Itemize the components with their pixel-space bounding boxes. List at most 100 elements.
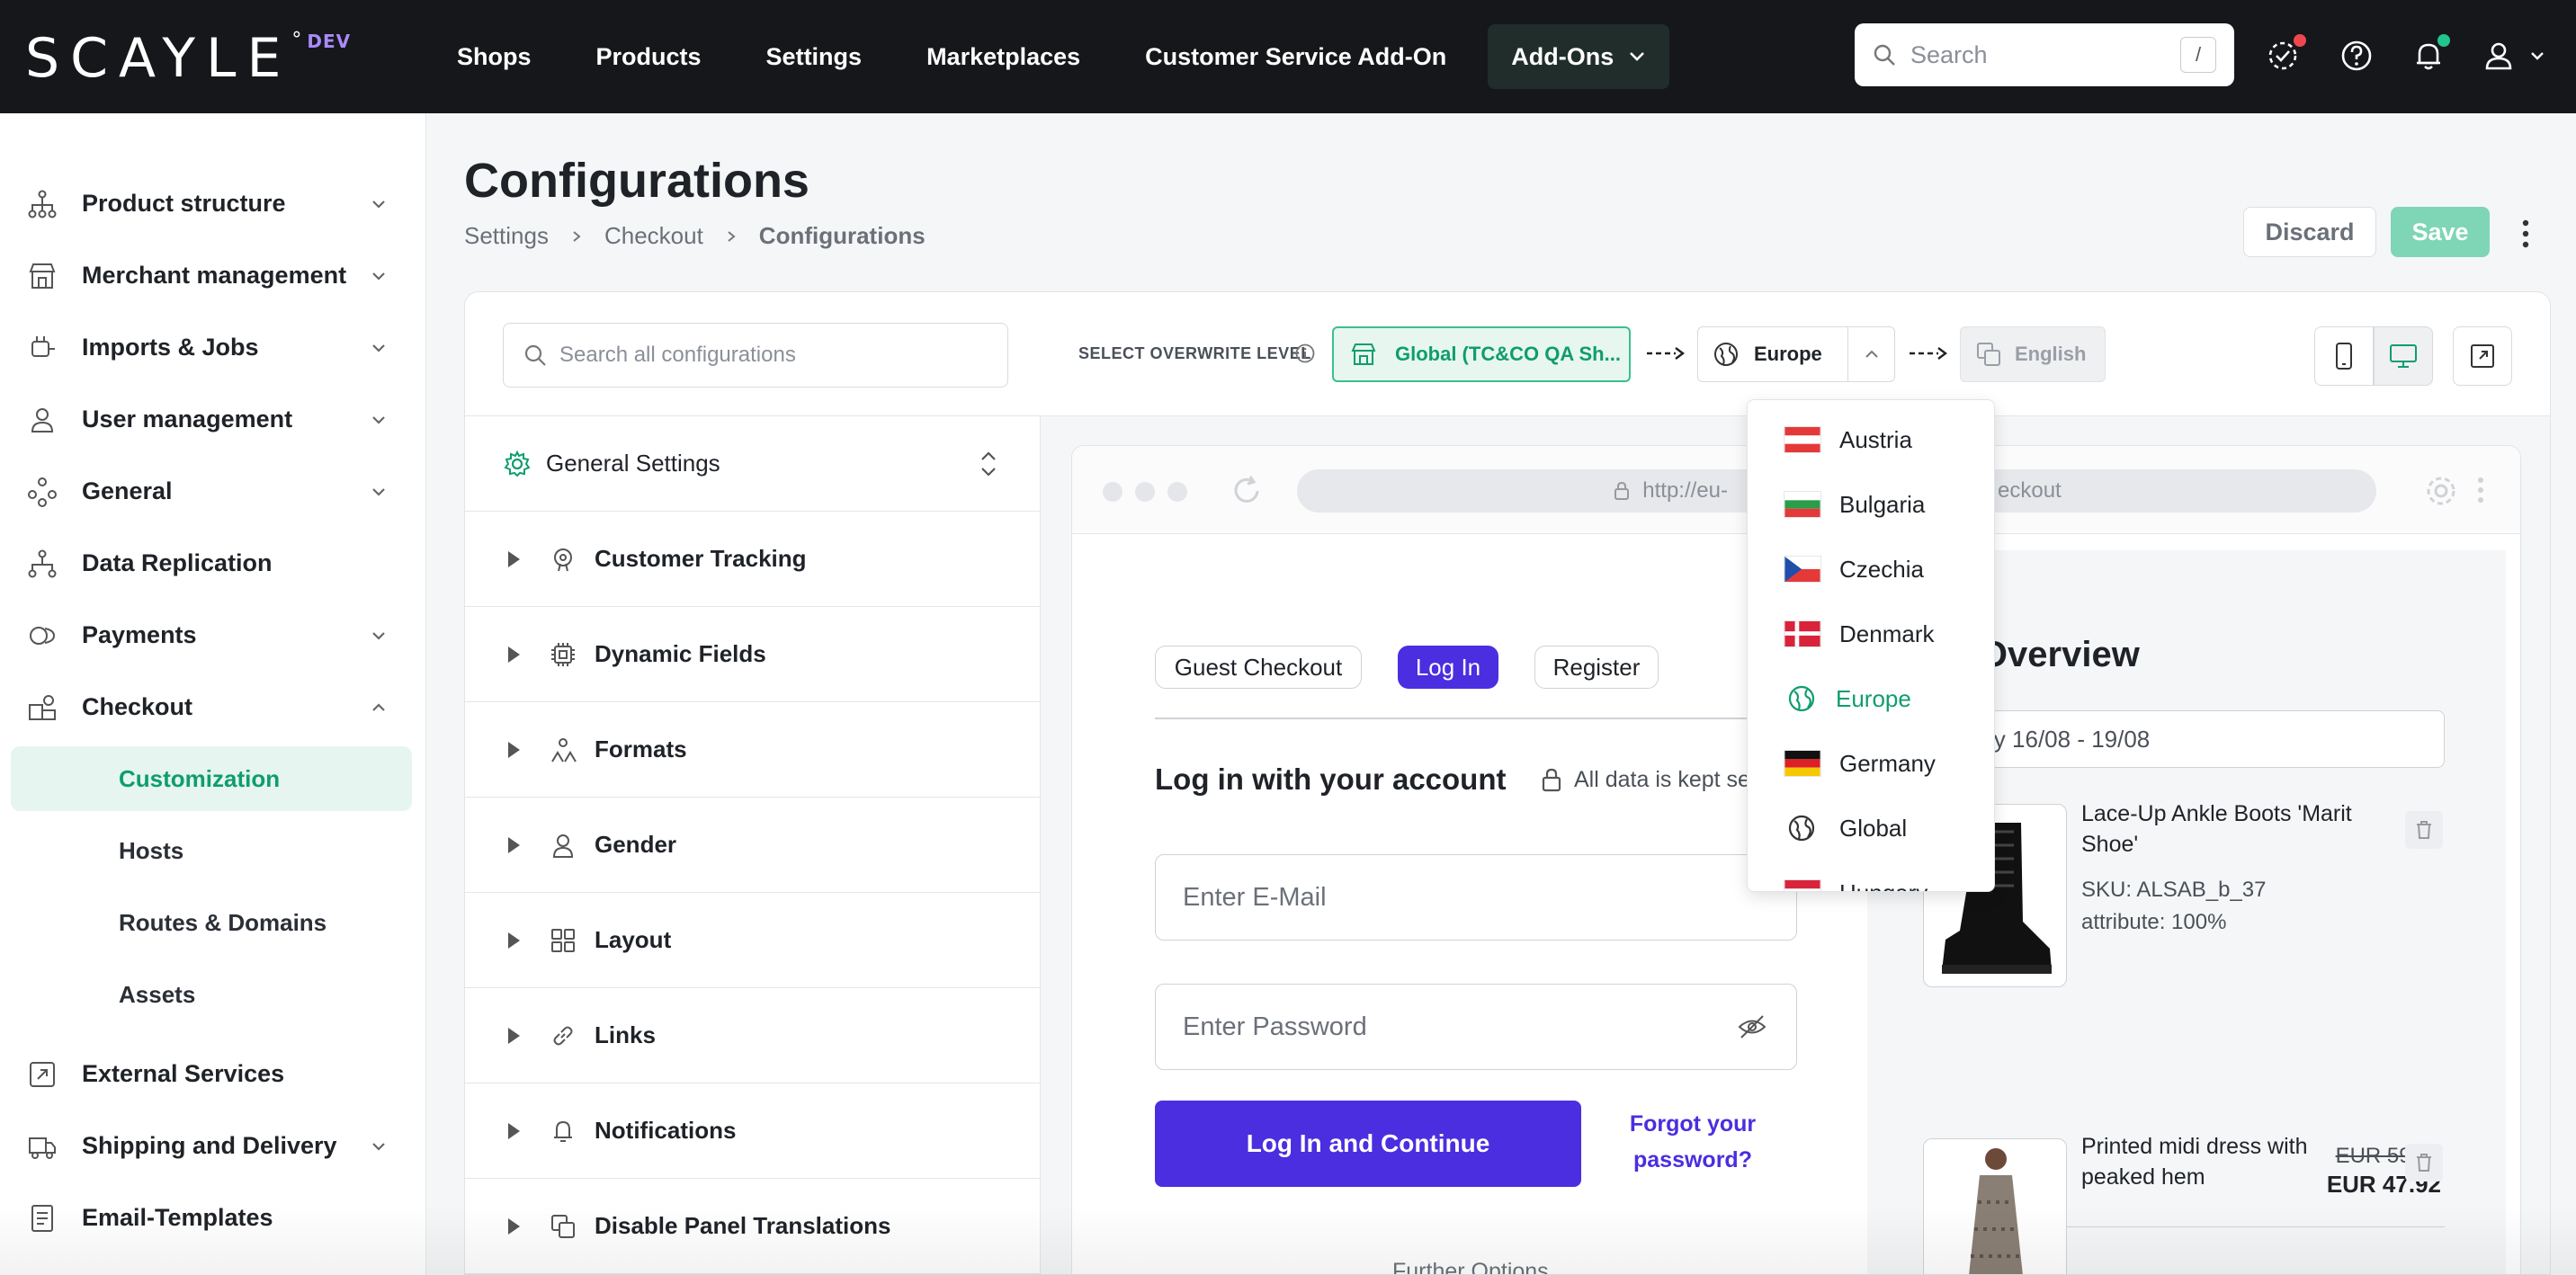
nav-shops[interactable]: Shops [425,24,564,89]
nav-marketplaces[interactable]: Marketplaces [894,24,1113,89]
settings-group-select[interactable]: General Settings [465,416,1041,512]
chevron-down-icon [2531,52,2544,60]
help-icon[interactable] [2337,36,2376,76]
truck-icon [29,1137,56,1159]
settings-row-gender[interactable]: Gender [465,798,1041,893]
settings-row-notifications[interactable]: Notifications [465,1083,1041,1179]
dropdown-option-denmark[interactable]: Denmark [1748,602,1994,666]
dropdown-option-austria[interactable]: Austria [1748,407,1994,472]
sidebar-item-email-templates[interactable]: Email-Templates [0,1181,426,1253]
login-continue-button[interactable]: Log In and Continue [1155,1101,1581,1187]
settings-row-formats[interactable]: Formats [465,702,1041,798]
fullscreen-button[interactable] [2453,326,2512,386]
trash-icon [2417,821,2431,839]
level-country-select[interactable]: Europe [1697,326,1895,382]
discard-button[interactable]: Discard [2243,207,2376,257]
chevron-right-icon [728,230,736,242]
remove-product-button[interactable] [2405,1144,2443,1181]
dropdown-option-bulgaria[interactable]: Bulgaria [1748,472,1994,537]
nav-addons[interactable]: Add-Ons [1488,24,1670,89]
notifications-badge [2437,34,2450,47]
chip-icon [551,643,575,666]
sidebar-subitem-routes-domains[interactable]: Routes & Domains [11,890,412,955]
dropdown-option-label: Germany [1839,749,1936,777]
sidebar-item-imports-jobs[interactable]: Imports & Jobs [0,311,426,383]
sidebar-item-general[interactable]: General [0,455,426,527]
more-options-icon[interactable] [2475,475,2486,505]
sidebar-item-label: Payments [82,620,197,648]
user-menu[interactable] [2479,36,2551,76]
level-global-chip[interactable]: Global (TC&CO QA Sh... [1332,326,1631,382]
dropdown-toggle[interactable] [1847,327,1894,381]
more-options-icon[interactable] [2518,216,2533,252]
settings-row-label: Layout [595,926,672,953]
dropdown-option-label: Global [1839,814,1908,842]
sidebar-item-user-management[interactable]: User management [0,383,426,455]
sidebar-subitem-customization[interactable]: Customization [11,746,412,811]
level-language-label: English [2015,343,2087,365]
flag-czechia-icon [1784,556,1821,583]
nav-customer-service[interactable]: Customer Service Add-On [1113,24,1479,89]
sidebar-item-merchant-management[interactable]: Merchant management [0,239,426,311]
divider [1155,718,1847,719]
desktop-view-button[interactable] [2374,326,2433,386]
global-search[interactable]: Search / [1855,23,2234,86]
settings-row-dynamic-fields[interactable]: Dynamic Fields [465,607,1041,702]
sidebar-item-label: Product structure [82,189,286,217]
tasks-icon[interactable] [2265,34,2306,76]
sidebar-item-data-replication[interactable]: Data Replication [0,527,426,599]
eye-off-icon[interactable] [1737,1013,1767,1040]
settings-row-layout[interactable]: Layout [465,893,1041,988]
dropdown-option-germany[interactable]: Germany [1748,731,1994,796]
level-language-chip[interactable]: English [1960,326,2106,382]
configurations-panel: Search all configurations SELECT OVERWRI… [464,291,2551,1275]
gear-icon[interactable] [2423,473,2459,509]
settings-row-links[interactable]: Links [465,988,1041,1083]
mobile-view-button[interactable] [2314,326,2374,386]
expand-icon [2471,344,2494,368]
forgot-password-link[interactable]: Forgot your password? [1612,1106,1774,1178]
tab-register[interactable]: Register [1534,646,1659,689]
further-options: Further Options [1392,1259,1549,1275]
settings-row-disable-panel-translations[interactable]: Disable Panel Translations [465,1179,1041,1274]
dropdown-option-czechia[interactable]: Czechia [1748,537,1994,602]
lock-icon [1614,481,1630,500]
info-icon[interactable] [1294,343,1316,364]
logo[interactable]: SCAYLE° DEV [25,27,351,90]
sidebar-item-external-services[interactable]: External Services [0,1038,426,1110]
sidebar-subitem-hosts[interactable]: Hosts [11,818,412,883]
save-button[interactable]: Save [2391,207,2490,257]
sidebar-item-checkout[interactable]: Checkout [0,671,426,743]
tab-guest-checkout[interactable]: Guest Checkout [1155,646,1362,689]
delivery-estimate: ery by 16/08 - 19/08 [1923,710,2445,768]
email-field[interactable]: Enter E-Mail [1155,854,1797,941]
sidebar-item-shipping-delivery[interactable]: Shipping and Delivery [0,1110,426,1181]
sidebar-item-label: External Services [82,1059,285,1087]
bell-icon[interactable] [2409,34,2450,76]
breadcrumb-checkout[interactable]: Checkout [604,222,703,250]
sidebar-item-payments[interactable]: Payments [0,599,426,671]
tab-log-in[interactable]: Log In [1398,646,1498,689]
nav-products[interactable]: Products [564,24,734,89]
nav-settings[interactable]: Settings [734,24,895,89]
dress-image [1969,1148,2023,1274]
remove-product-button[interactable] [2405,811,2443,849]
top-bar: SCAYLE° DEV Shops Products Settings Marke… [0,0,2576,113]
chevron-right-icon [573,230,581,242]
settings-row-customer-tracking[interactable]: Customer Tracking [465,512,1041,607]
breadcrumb-settings[interactable]: Settings [464,222,549,250]
level-country-label: Europe [1754,343,1822,365]
refresh-icon[interactable] [1229,473,1265,509]
dropdown-option-global[interactable]: Global [1748,796,1994,860]
expand-triangle-icon [508,646,520,663]
sidebar-subitem-assets[interactable]: Assets [11,962,412,1027]
dropdown-option-hungary[interactable]: Hungary [1748,860,1994,891]
sidebar-item-product-structure[interactable]: Product structure [0,167,426,239]
translate-icon [551,1215,575,1238]
password-field[interactable]: Enter Password [1155,984,1797,1070]
external-icon [30,1062,55,1087]
settings-row-label: Links [595,1021,656,1048]
dropdown-option-europe[interactable]: Europe [1748,666,1994,731]
product-name: Lace-Up Ankle Boots 'Marit Shoe' [2081,801,2352,857]
config-search-input[interactable]: Search all configurations [503,323,1008,388]
